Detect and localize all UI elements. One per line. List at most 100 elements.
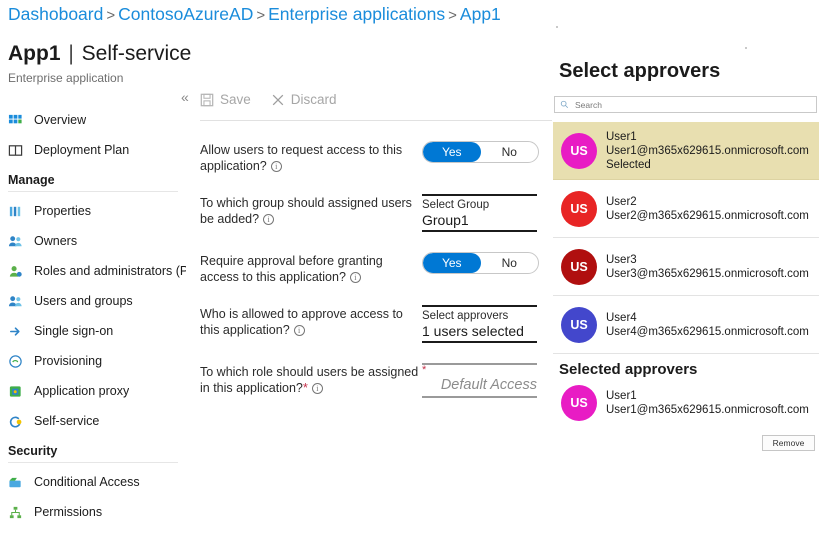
discard-button[interactable]: Discard [271, 92, 337, 107]
user-name: User1 [606, 130, 809, 144]
arrow-signin-icon [8, 324, 23, 339]
toggle-option-no[interactable]: No [481, 142, 539, 162]
decorative-speck [556, 26, 558, 28]
toggle-option-no[interactable]: No [481, 253, 539, 273]
breadcrumb-separator: > [253, 7, 268, 24]
user-info: User1 User1@m365x629615.onmicrosoft.com … [606, 130, 809, 172]
field-label-text: To which group should assigned users be … [200, 196, 412, 226]
breadcrumb-item-tenant[interactable]: ContosoAzureAD [118, 4, 253, 24]
sidebar-item-label: Users and groups [34, 294, 133, 308]
sidebar-item-roles-and-administrators[interactable]: Roles and administrators (Pre... [0, 256, 186, 286]
sidebar-item-label: Permissions [34, 505, 102, 519]
sidebar-section-security: Security [0, 436, 186, 462]
user-email: User2@m365x629615.onmicrosoft.com [606, 209, 809, 223]
select-approvers-panel: Select approvers US User1 User1@m365x629… [552, 0, 819, 547]
user-info: User2 User2@m365x629615.onmicrosoft.com [606, 195, 809, 223]
field-label: To which group should assigned users be … [200, 193, 422, 227]
sidebar-item-label: Single sign-on [34, 324, 113, 338]
picker-value: 1 users selected [422, 323, 537, 340]
breadcrumb-item-app1[interactable]: App1 [460, 4, 501, 24]
avatar: US [561, 133, 597, 169]
required-indicator: * [303, 380, 308, 395]
breadcrumb-item-enterprise-applications[interactable]: Enterprise applications [268, 4, 445, 24]
search-input[interactable] [573, 99, 811, 111]
breadcrumb-item-dashboard[interactable]: Dashoboard [8, 4, 103, 24]
field-label-text: To which role should users be assigned i… [200, 365, 418, 395]
self-service-form: Allow users to request access to this ap… [200, 140, 558, 417]
book-icon [8, 143, 23, 158]
decorative-speck [745, 47, 747, 49]
page-subtitle: Enterprise application [8, 71, 123, 85]
picker-hint: Select approvers [422, 309, 537, 323]
user-list-item-user1[interactable]: US User1 User1@m365x629615.onmicrosoft.c… [553, 122, 819, 180]
discard-label: Discard [291, 92, 337, 107]
user-list: US User1 User1@m365x629615.onmicrosoft.c… [553, 122, 819, 354]
select-group-picker[interactable]: Select Group Group1 [422, 194, 537, 232]
page-title-divider: | [66, 42, 75, 65]
user-name: User3 [606, 253, 809, 267]
sidebar-item-deployment-plan[interactable]: Deployment Plan [0, 135, 186, 165]
toggle-option-yes[interactable]: Yes [423, 253, 481, 273]
command-bar-divider [200, 120, 558, 121]
sidebar-item-self-service[interactable]: Self-service [0, 406, 186, 436]
picker-value: Default Access [422, 375, 537, 395]
require-approval-toggle[interactable]: Yes No [422, 252, 539, 274]
info-icon[interactable]: i [294, 325, 305, 336]
info-icon[interactable]: i [263, 214, 274, 225]
avatar-initials: US [570, 260, 587, 274]
sidebar-item-single-sign-on[interactable]: Single sign-on [0, 316, 186, 346]
avatar-initials: US [570, 144, 587, 158]
sidebar-item-application-proxy[interactable]: Application proxy [0, 376, 186, 406]
picker-hint: Select Group [422, 198, 537, 212]
close-x-icon [271, 93, 285, 107]
user-name: User4 [606, 311, 809, 325]
command-bar: Save Discard [200, 92, 337, 107]
field-control: Select Group Group1 [422, 193, 558, 232]
user-state: Selected [606, 158, 809, 172]
grid-icon [8, 113, 23, 128]
search-icon [560, 100, 569, 109]
select-role-picker[interactable]: * Default Access [422, 363, 537, 398]
sidebar-item-overview[interactable]: Overview [0, 105, 186, 135]
user-list-item-user3[interactable]: US User3 User3@m365x629615.onmicrosoft.c… [553, 238, 819, 296]
sidebar-item-users-and-groups[interactable]: Users and groups [0, 286, 186, 316]
selected-approvers-title: Selected approvers [559, 361, 697, 378]
sidebar-item-properties[interactable]: Properties [0, 196, 186, 226]
field-label: Who is allowed to approve access to this… [200, 304, 422, 338]
info-icon[interactable]: i [271, 161, 282, 172]
required-indicator: * [422, 366, 537, 375]
sidebar-item-permissions[interactable]: Permissions [0, 497, 186, 527]
save-label: Save [220, 92, 251, 107]
search-box[interactable] [554, 96, 817, 113]
proxy-icon [8, 384, 23, 399]
bars-icon [8, 204, 23, 219]
page-title-section: Self-service [82, 42, 192, 65]
select-approvers-picker[interactable]: Select approvers 1 users selected [422, 305, 537, 343]
toggle-option-yes[interactable]: Yes [423, 142, 481, 162]
breadcrumb: Dashoboard>ContosoAzureAD>Enterprise app… [8, 4, 501, 25]
save-button[interactable]: Save [200, 92, 251, 107]
sidebar-item-owners[interactable]: Owners [0, 226, 186, 256]
user-info: User1 User1@m365x629615.onmicrosoft.com [606, 389, 809, 417]
field-control: Yes No [422, 140, 558, 163]
sidebar-item-label: Conditional Access [34, 475, 140, 489]
breadcrumb-separator: > [103, 7, 118, 24]
self-service-icon [8, 414, 23, 429]
info-icon[interactable]: i [312, 383, 323, 394]
permissions-icon [8, 505, 23, 520]
sidebar-divider [8, 191, 178, 192]
allow-requests-toggle[interactable]: Yes No [422, 141, 539, 163]
form-row-group: To which group should assigned users be … [200, 193, 558, 232]
user-list-item-user4[interactable]: US User4 User4@m365x629615.onmicrosoft.c… [553, 296, 819, 354]
sidebar-item-conditional-access[interactable]: Conditional Access [0, 467, 186, 497]
breadcrumb-separator: > [445, 7, 460, 24]
user-name: User1 [606, 389, 809, 403]
sidebar-item-label: Self-service [34, 414, 99, 428]
sidebar-item-provisioning[interactable]: Provisioning [0, 346, 186, 376]
avatar: US [561, 385, 597, 421]
collapse-nav-icon[interactable]: « [181, 90, 189, 104]
user-list-item-user2[interactable]: US User2 User2@m365x629615.onmicrosoft.c… [553, 180, 819, 238]
form-row-role: To which role should users be assigned i… [200, 362, 558, 398]
remove-approver-button[interactable]: Remove [762, 435, 815, 451]
info-icon[interactable]: i [350, 272, 361, 283]
